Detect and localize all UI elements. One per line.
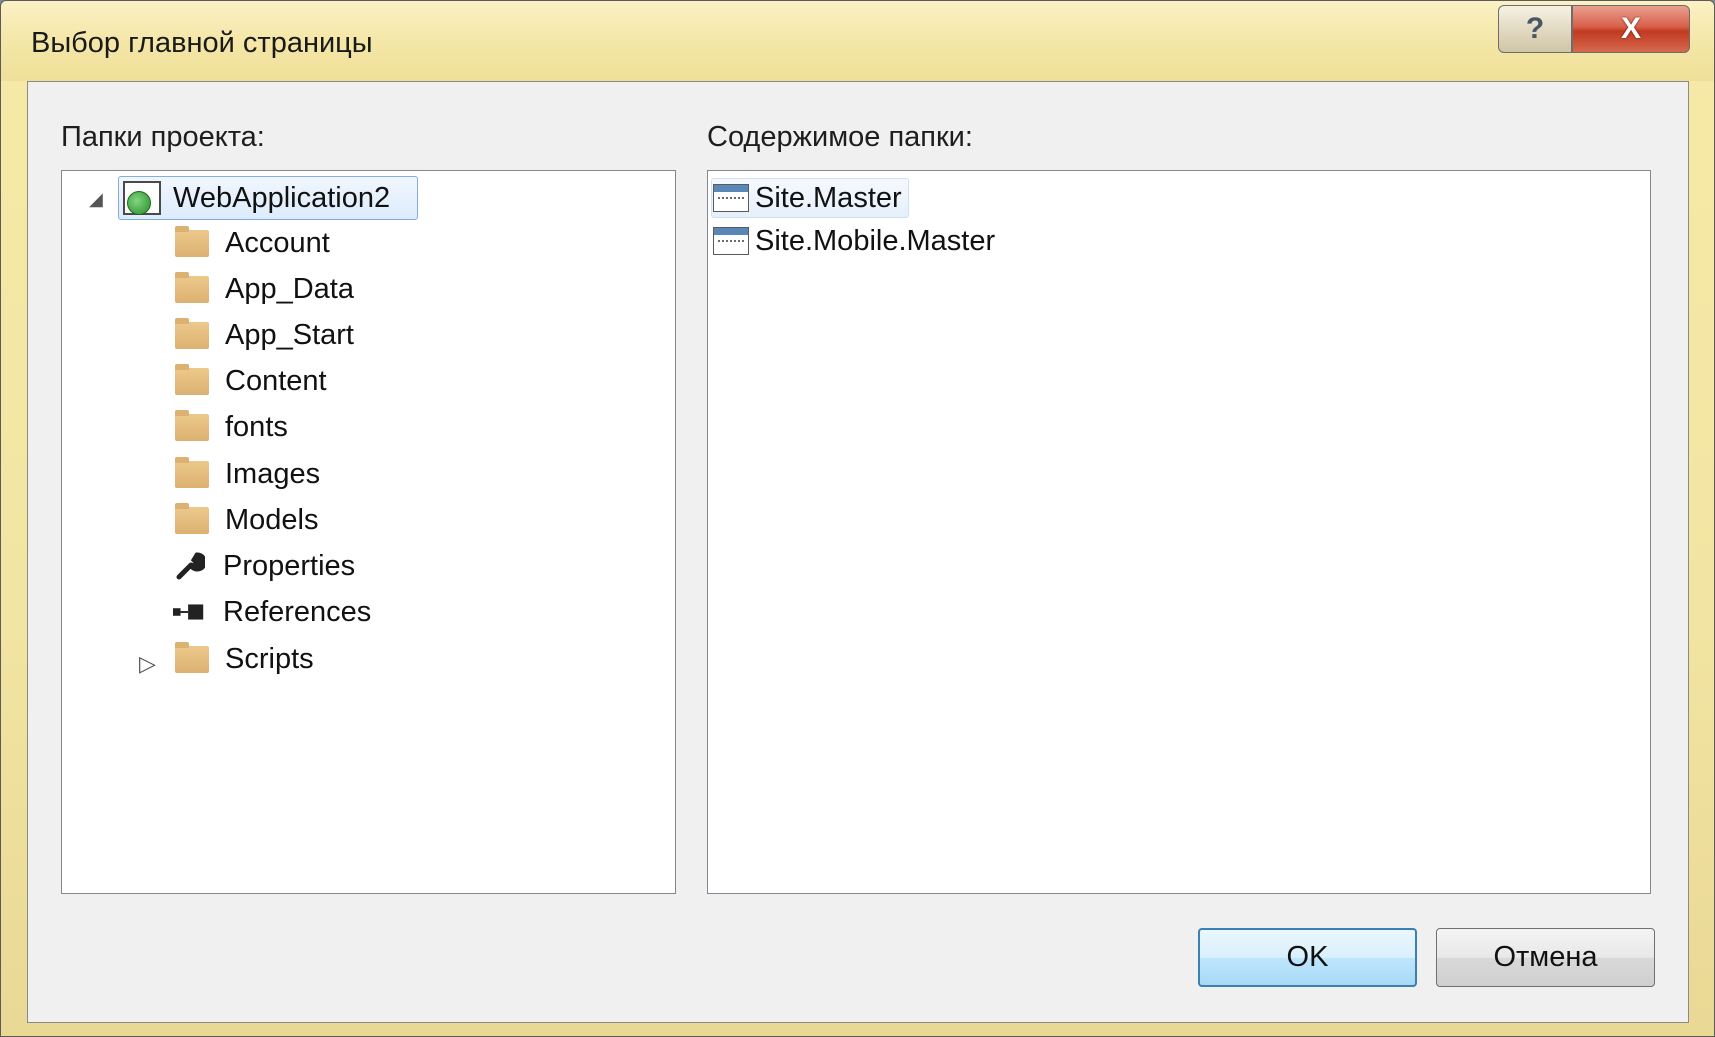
tree-item-models[interactable]: Models xyxy=(175,500,319,540)
dialog-window: Выбор главной страницы ? X Папки проекта… xyxy=(0,0,1715,1037)
tree-item-label: Images xyxy=(225,457,321,490)
file-item-site-mobile-master[interactable]: Site.Mobile.Master xyxy=(713,221,995,261)
folder-icon xyxy=(175,271,209,303)
project-folders-tree[interactable] xyxy=(61,170,676,894)
tree-item-label: Properties xyxy=(223,549,356,582)
tree-item-properties[interactable]: Properties xyxy=(175,546,355,586)
file-item-label: Site.Master xyxy=(755,181,902,214)
dialog-title: Выбор главной страницы xyxy=(31,27,373,59)
master-page-icon xyxy=(713,184,749,212)
tree-item-label: References xyxy=(223,595,372,628)
tree-item-fonts[interactable]: fonts xyxy=(175,407,288,447)
close-icon: X xyxy=(1620,12,1641,45)
references-icon xyxy=(173,595,207,629)
tree-item-webapplication2[interactable]: WebApplication2 xyxy=(123,178,390,218)
cancel-button[interactable]: Отмена xyxy=(1436,928,1655,987)
tree-item-scripts[interactable]: Scripts xyxy=(175,639,314,679)
tree-item-label: fonts xyxy=(225,410,288,443)
folder-icon xyxy=(175,456,209,488)
project-folders-label: Папки проекта: xyxy=(61,121,265,153)
folder-contents-list[interactable] xyxy=(707,170,1651,894)
tree-item-label: App_Start xyxy=(225,318,354,351)
folder-icon xyxy=(175,225,209,257)
title-bar[interactable]: Выбор главной страницы xyxy=(1,1,1714,81)
tree-item-label: Account xyxy=(225,226,330,259)
tree-item-account[interactable]: Account xyxy=(175,223,330,263)
tree-item-app-data[interactable]: App_Data xyxy=(175,269,354,309)
close-button[interactable]: X xyxy=(1572,5,1690,53)
folder-contents-label: Содержимое папки: xyxy=(707,121,973,153)
help-icon: ? xyxy=(1525,12,1545,45)
collapsed-arrow-icon[interactable]: ▷ xyxy=(139,651,156,677)
ok-button[interactable]: OK xyxy=(1198,928,1417,987)
tree-item-references[interactable]: References xyxy=(173,592,372,632)
tree-item-app-start[interactable]: App_Start xyxy=(175,315,354,355)
folder-icon xyxy=(175,502,209,534)
master-page-icon xyxy=(713,227,749,255)
file-item-site-master[interactable]: Site.Master xyxy=(713,178,902,218)
folder-icon xyxy=(175,317,209,349)
folder-icon xyxy=(175,641,209,673)
tree-item-label: App_Data xyxy=(225,272,354,305)
tree-item-images[interactable]: Images xyxy=(175,454,320,494)
tree-item-label: WebApplication2 xyxy=(173,181,391,214)
tree-item-content[interactable]: Content xyxy=(175,361,327,401)
help-button[interactable]: ? xyxy=(1498,5,1572,53)
expanded-arrow-icon[interactable]: ◢ xyxy=(89,189,103,210)
web-project-icon xyxy=(123,181,161,215)
folder-icon xyxy=(175,409,209,441)
tree-item-label: Models xyxy=(225,503,319,536)
folder-icon xyxy=(175,363,209,395)
tree-item-label: Content xyxy=(225,364,327,397)
tree-item-label: Scripts xyxy=(225,642,314,675)
file-item-label: Site.Mobile.Master xyxy=(755,224,996,257)
wrench-icon xyxy=(173,549,207,583)
